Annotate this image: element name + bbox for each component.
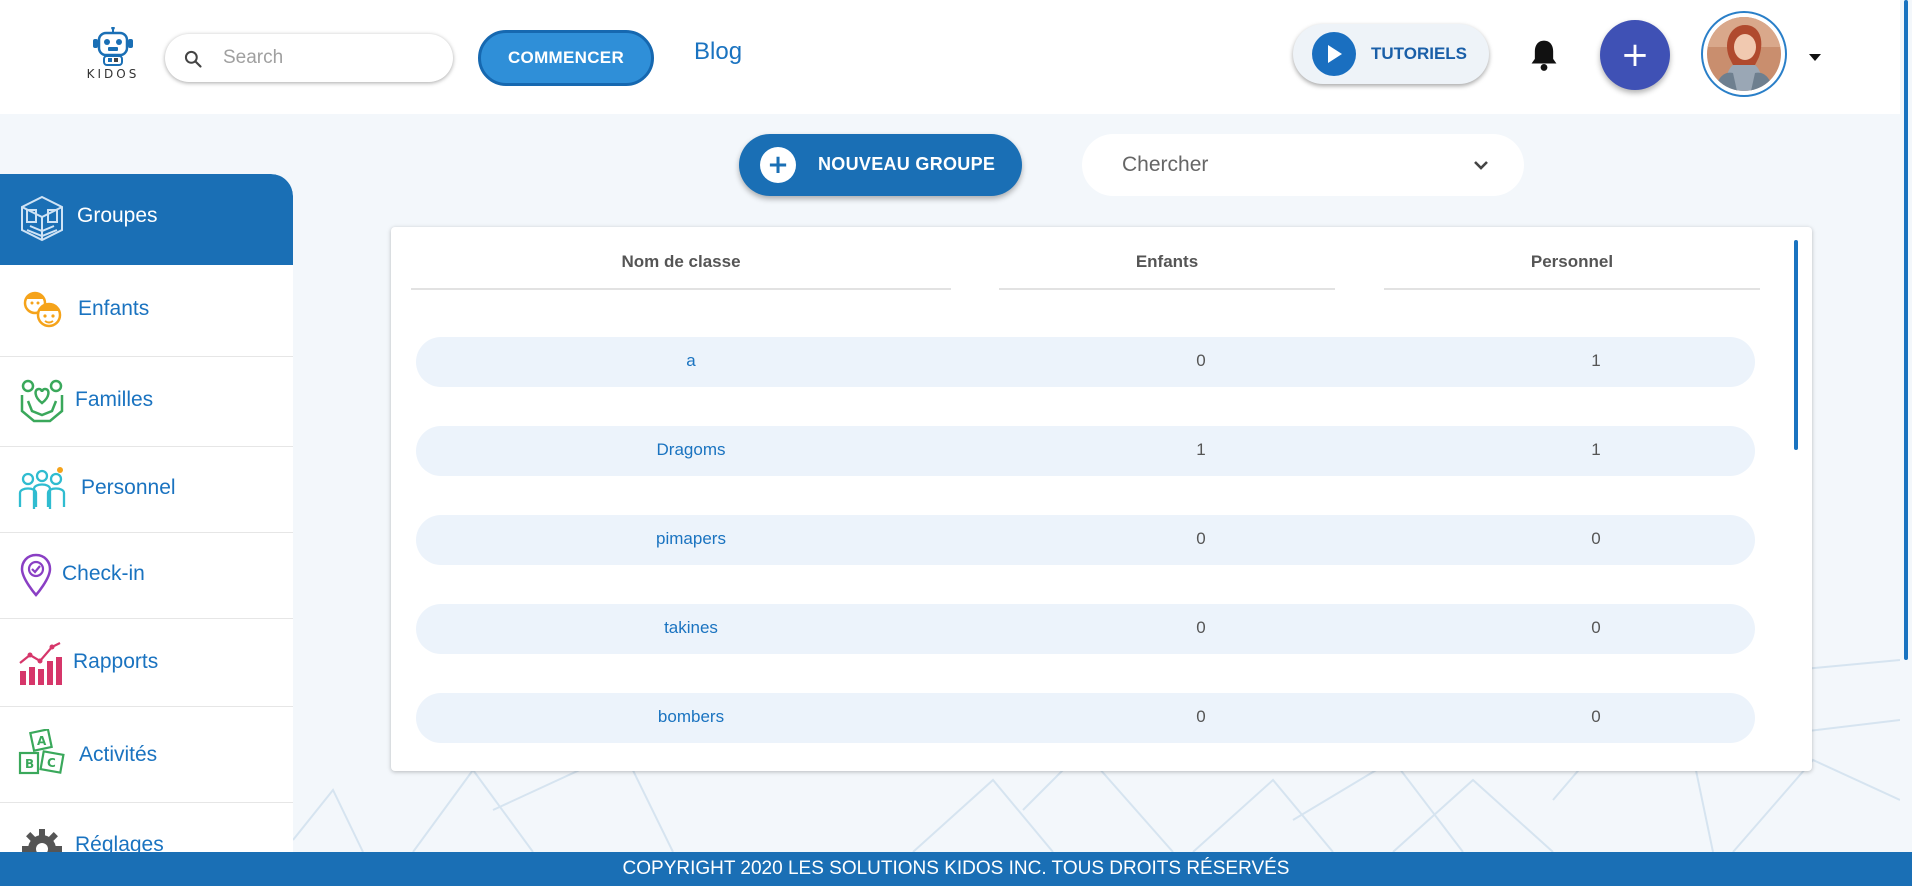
reports-chart-icon: [19, 642, 62, 685]
svg-text:A: A: [37, 734, 47, 748]
tutoriels-button[interactable]: TUTORIELS: [1293, 24, 1489, 84]
svg-text:C: C: [47, 756, 56, 770]
sidebar: Groupes Enfants Familles Personnel Check…: [0, 174, 293, 852]
play-icon: [1312, 32, 1356, 76]
gear-icon: [22, 829, 62, 852]
cell-enfants: 0: [1196, 351, 1206, 370]
cell-enfants: 0: [1196, 707, 1206, 726]
bell-icon[interactable]: [1528, 38, 1560, 72]
commencer-button[interactable]: COMMENCER: [478, 30, 654, 86]
family-heart-icon: [20, 379, 64, 423]
avatar[interactable]: [1701, 11, 1787, 97]
caret-down-icon[interactable]: [1808, 52, 1822, 62]
svg-text:B: B: [25, 757, 34, 771]
copyright-text: COPYRIGHT 2020 LES SOLUTIONS KIDOS INC. …: [622, 858, 1290, 879]
sidebar-item-familles[interactable]: Familles: [0, 357, 293, 447]
group-filter-select[interactable]: Chercher: [1082, 134, 1524, 196]
avatar-photo: [1707, 17, 1781, 91]
sidebar-item-label: Check-in: [62, 562, 145, 585]
header-underline: [1384, 288, 1760, 290]
cell-personnel: 0: [1591, 707, 1601, 726]
abc-blocks-icon: AB C: [18, 729, 65, 775]
new-group-button[interactable]: + NOUVEAU GROUPE: [739, 134, 1022, 196]
cell-nom: pimapers: [656, 529, 726, 548]
header-underline: [411, 288, 951, 290]
logo-text: KIDOS: [86, 67, 140, 81]
robot-logo-icon: [93, 26, 133, 66]
groups-cube-icon: [21, 195, 63, 242]
top-header: KIDOS COMMENCER Blog TUTORIELS +: [0, 0, 1900, 114]
kidos-logo[interactable]: KIDOS: [80, 26, 146, 83]
plus-icon: +: [760, 147, 796, 183]
sidebar-item-label: Personnel: [81, 476, 176, 499]
sidebar-item-groupes[interactable]: Groupes: [0, 174, 293, 265]
footer: COPYRIGHT 2020 LES SOLUTIONS KIDOS INC. …: [0, 852, 1912, 886]
search-box[interactable]: [165, 34, 453, 82]
cell-nom: Dragoms: [656, 440, 726, 459]
tutoriels-label: TUTORIELS: [1371, 44, 1468, 63]
table-row[interactable]: a 0 1: [416, 337, 1755, 387]
sidebar-item-reglages[interactable]: Réglages: [0, 803, 293, 852]
cell-nom: bombers: [657, 707, 725, 726]
children-faces-icon: [23, 291, 62, 328]
column-header-personnel[interactable]: Personnel: [1384, 252, 1760, 272]
sidebar-item-enfants[interactable]: Enfants: [0, 265, 293, 357]
sidebar-item-label: Activités: [79, 743, 158, 766]
table-row[interactable]: Dragoms 1 1: [416, 426, 1755, 476]
sidebar-item-personnel[interactable]: Personnel: [0, 447, 293, 533]
search-icon: [184, 50, 202, 68]
cell-personnel: 0: [1591, 618, 1601, 637]
page-scrollbar[interactable]: [1904, 0, 1908, 660]
chevron-down-icon: [1474, 161, 1488, 170]
search-input[interactable]: [223, 44, 433, 72]
table-row[interactable]: bombers 0 0: [416, 693, 1755, 743]
cell-enfants: 0: [1196, 618, 1206, 637]
table-row[interactable]: pimapers 0 0: [416, 515, 1755, 565]
filter-selected-value: Chercher: [1122, 153, 1209, 176]
blog-link[interactable]: Blog: [694, 38, 742, 66]
sidebar-item-label: Rapports: [73, 650, 159, 673]
header-underline: [999, 288, 1335, 290]
sidebar-item-rapports[interactable]: Rapports: [0, 619, 293, 707]
sidebar-item-check-in[interactable]: Check-in: [0, 533, 293, 619]
table-row[interactable]: takines 0 0: [416, 604, 1755, 654]
cell-personnel: 1: [1591, 440, 1601, 459]
new-group-label: NOUVEAU GROUPE: [818, 154, 996, 174]
cell-enfants: 0: [1196, 529, 1206, 548]
table-scrollbar[interactable]: [1794, 240, 1798, 450]
staff-people-icon: [18, 467, 66, 509]
sidebar-item-label: Réglages: [75, 833, 164, 852]
column-header-nom[interactable]: Nom de classe: [411, 252, 951, 272]
groups-table: Nom de classe Enfants Personnel a 0 1 Dr…: [391, 227, 1812, 771]
cell-personnel: 0: [1591, 529, 1601, 548]
cell-nom: a: [686, 351, 696, 370]
cell-enfants: 1: [1196, 440, 1206, 459]
sidebar-item-label: Groupes: [77, 204, 158, 227]
cell-nom: takines: [664, 618, 718, 637]
sidebar-item-activites[interactable]: ABC Activités: [0, 707, 293, 803]
location-check-icon: [20, 553, 52, 597]
add-button[interactable]: +: [1600, 20, 1670, 90]
cell-personnel: 1: [1591, 351, 1601, 370]
sidebar-item-label: Enfants: [78, 297, 150, 320]
sidebar-item-label: Familles: [75, 388, 154, 411]
column-header-enfants[interactable]: Enfants: [999, 252, 1335, 272]
